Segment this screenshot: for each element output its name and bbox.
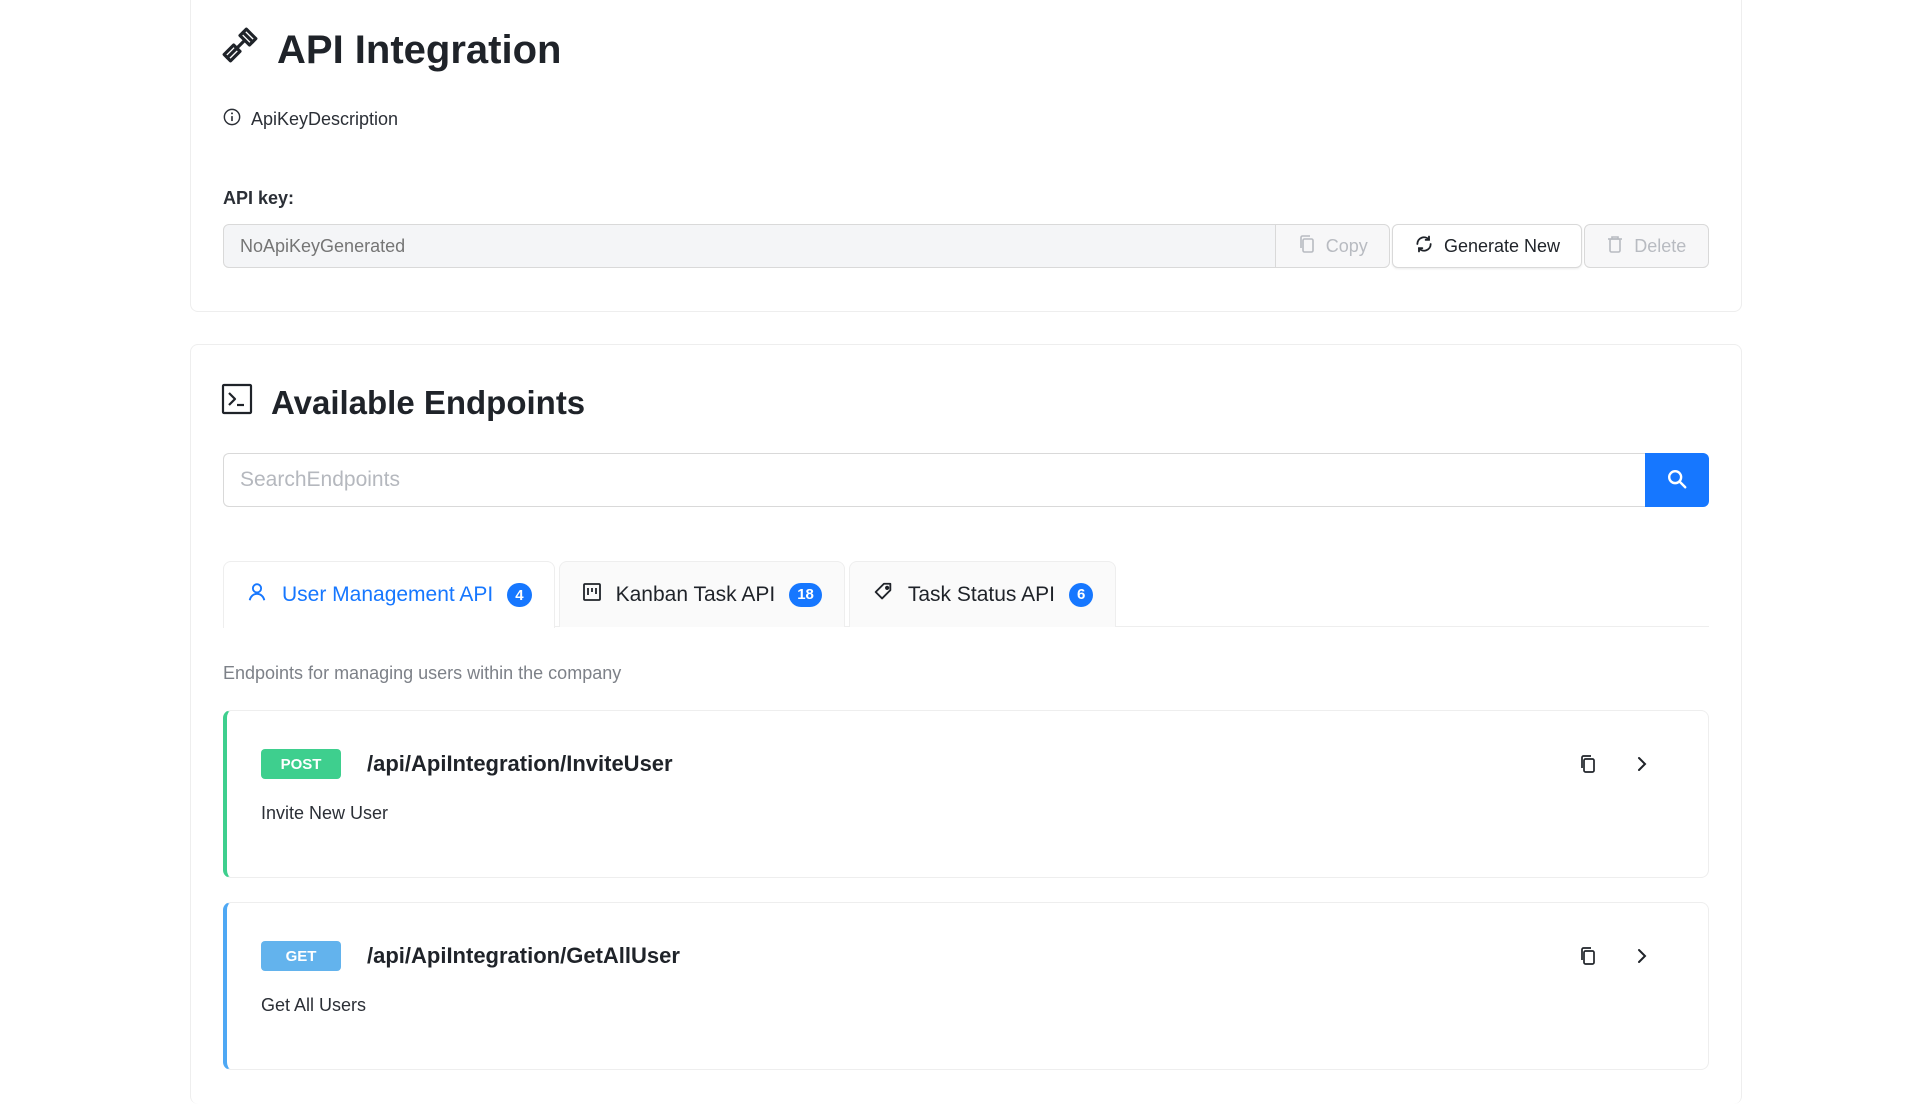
tab-kanban-task[interactable]: Kanban Task API 18 [558, 561, 845, 627]
search-icon [1666, 468, 1688, 493]
refresh-icon [1414, 234, 1434, 259]
link-icon [221, 26, 259, 74]
delete-key-button[interactable]: Delete [1583, 224, 1710, 268]
section-title-text: Available Endpoints [271, 384, 586, 421]
endpoints-card: Available Endpoints User Management API … [190, 344, 1742, 1104]
page-title-text: API Integration [277, 27, 562, 72]
tab-label: Kanban Task API [615, 582, 776, 606]
api-key-label: API key: [223, 188, 295, 208]
endpoint-title: Get All Users [261, 995, 367, 1015]
method-badge: GET [261, 941, 341, 971]
tab-user-management[interactable]: User Management API 4 [223, 561, 555, 628]
copy-icon[interactable] [1575, 751, 1601, 777]
endpoint-path: /api/ApiIntegration/InviteUser [367, 751, 673, 776]
kanban-icon [582, 582, 602, 608]
section-title: Available Endpoints [221, 383, 585, 423]
tab-label: User Management API [282, 583, 494, 606]
copy-key-button[interactable]: Copy [1275, 224, 1391, 268]
search-button[interactable] [1645, 453, 1709, 507]
api-tabs: User Management API 4 Kanban Task API 18… [223, 561, 1709, 628]
count-badge: 6 [1068, 582, 1094, 607]
count-badge: 4 [507, 583, 532, 607]
chevron-right-icon[interactable] [1629, 751, 1655, 777]
api-integration-card: API Integration ApiKeyDescription API ke… [190, 0, 1742, 312]
trash-icon [1606, 234, 1624, 259]
endpoint-item[interactable]: GET /api/ApiIntegration/GetAllUser Get A… [223, 902, 1709, 1070]
info-icon [223, 108, 241, 131]
generate-label: Generate New [1444, 235, 1561, 256]
endpoint-path: /api/ApiIntegration/GetAllUser [367, 943, 680, 968]
terminal-icon [221, 383, 253, 423]
tag-icon [872, 581, 894, 609]
endpoint-title: Invite New User [261, 803, 389, 823]
endpoint-search [223, 453, 1709, 507]
method-badge: POST [261, 749, 341, 779]
description-text: ApiKeyDescription [251, 109, 399, 129]
copy-icon[interactable] [1575, 943, 1601, 969]
count-badge: 18 [789, 582, 822, 607]
delete-label: Delete [1634, 235, 1687, 256]
tab-label: Task Status API [907, 582, 1055, 606]
api-key-row: Copy Generate New Delete [223, 224, 1710, 268]
copy-label: Copy [1325, 235, 1368, 256]
endpoint-item[interactable]: POST /api/ApiIntegration/InviteUser Invi… [223, 710, 1709, 878]
generate-new-button[interactable]: Generate New [1392, 224, 1582, 268]
tab-task-status[interactable]: Task Status API 6 [848, 561, 1117, 627]
api-key-description: ApiKeyDescription [223, 108, 398, 131]
chevron-right-icon[interactable] [1629, 943, 1655, 969]
page-title: API Integration [221, 26, 561, 74]
user-icon [246, 581, 268, 609]
search-input[interactable] [223, 453, 1645, 507]
tab-description: Endpoints for managing users within the … [223, 663, 622, 683]
api-key-input[interactable] [223, 224, 1276, 268]
copy-icon [1298, 234, 1316, 259]
